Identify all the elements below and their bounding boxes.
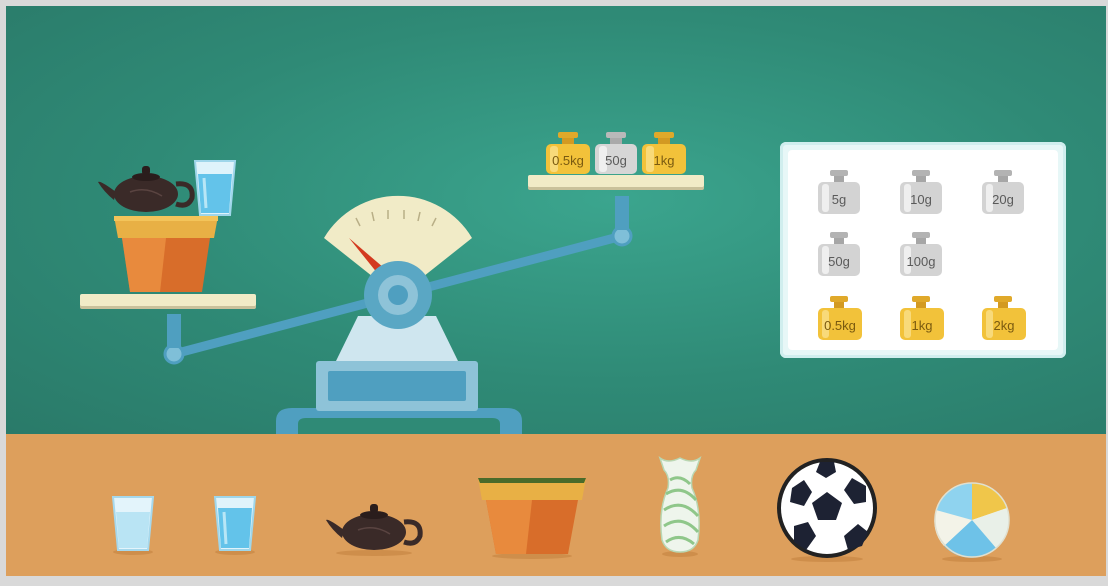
weight-label: 20g [992,192,1014,207]
weight-label: 50g [828,254,850,269]
flower-pot-icon[interactable] [110,212,222,296]
teapot-icon[interactable] [324,498,424,556]
weight-label: 1kg [654,153,675,168]
weights-panel: 5g 10g 20g 50g 100g 0.5kg 1kg 2kg [780,142,1066,358]
weight-20g[interactable]: 20g [982,170,1024,214]
weights-grid: 5g 10g 20g 50g 100g 0.5kg 1kg 2kg [818,170,1026,340]
weight-5g[interactable]: 5g [818,170,860,214]
beach-ball-icon[interactable] [930,480,1014,562]
weight-label: 2kg [994,318,1015,333]
water-glass-icon[interactable] [110,494,156,556]
weight-label: 0.5kg [552,153,584,168]
weight-label: 5g [832,192,846,207]
weight-2kg[interactable]: 2kg [982,296,1026,340]
weight-label: 10g [910,192,932,207]
soccer-ball-icon[interactable] [774,458,880,562]
striped-vase-icon[interactable] [652,454,708,558]
water-glass-icon[interactable] [192,158,238,218]
game-stage: 0.5kg 50g 1kg 5g 10g 20g 50g 100g 0.5kg … [6,6,1106,576]
weight-0.5kg[interactable]: 0.5kg [546,132,590,174]
weight-label: 0.5kg [824,318,856,333]
right-pan[interactable] [528,175,704,187]
weight-100g[interactable]: 100g [900,232,942,276]
teapot-icon[interactable] [96,160,196,216]
weight-0.5kg[interactable]: 0.5kg [818,296,862,340]
scale-display [328,371,466,401]
weight-10g[interactable]: 10g [900,170,942,214]
weight-50g[interactable]: 50g [595,132,637,174]
weight-label: 100g [907,254,936,269]
weight-1kg[interactable]: 1kg [642,132,686,174]
weight-1kg[interactable]: 1kg [900,296,944,340]
weight-label: 50g [605,153,627,168]
right-pan-weights: 0.5kg 50g 1kg [544,130,690,176]
water-glass-icon[interactable] [212,494,258,556]
flower-pot-icon[interactable] [474,474,590,560]
weight-50g[interactable]: 50g [818,232,860,276]
weight-label: 1kg [912,318,933,333]
